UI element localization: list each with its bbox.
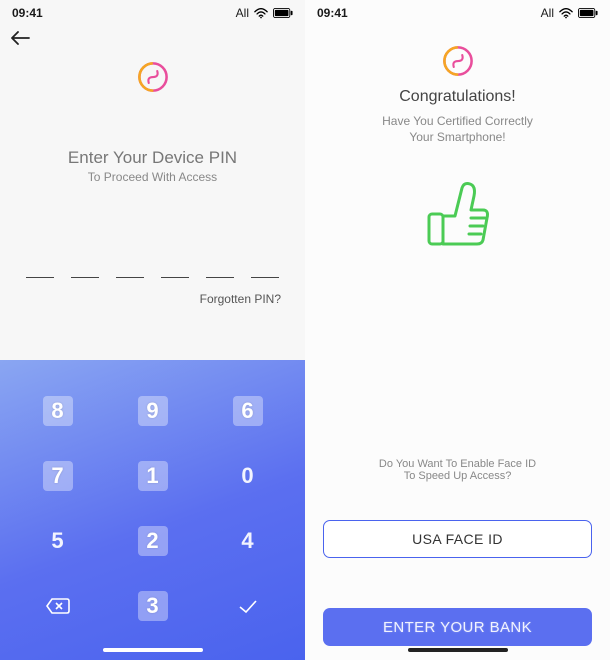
key-2[interactable]: 2: [138, 526, 168, 556]
back-button[interactable]: [0, 26, 305, 52]
pin-slot[interactable]: [26, 268, 54, 278]
wifi-icon: [559, 8, 573, 19]
key-7[interactable]: 7: [43, 461, 73, 491]
home-indicator[interactable]: [103, 648, 203, 652]
home-indicator[interactable]: [408, 648, 508, 652]
key-3[interactable]: 3: [138, 591, 168, 621]
pin-slot[interactable]: [161, 268, 189, 278]
app-logo: [136, 60, 170, 94]
battery-icon: [273, 8, 293, 18]
key-5[interactable]: 5: [43, 526, 73, 556]
backspace-icon: [45, 593, 71, 619]
battery-icon: [578, 8, 598, 18]
pin-slot[interactable]: [251, 268, 279, 278]
status-time: 09:41: [317, 6, 348, 20]
key-0[interactable]: 0: [233, 461, 263, 491]
status-bar: 09:41 All: [305, 0, 610, 26]
key-6[interactable]: 6: [233, 396, 263, 426]
congrats-title: Congratulations!: [305, 88, 610, 106]
pin-slot[interactable]: [71, 268, 99, 278]
congrats-line2: Your Smartphone!: [305, 130, 610, 144]
app-logo: [441, 44, 475, 78]
key-1[interactable]: 1: [138, 461, 168, 491]
status-bar: 09:41 All: [0, 0, 305, 26]
pin-slot[interactable]: [206, 268, 234, 278]
key-9[interactable]: 9: [138, 396, 168, 426]
enter-bank-button[interactable]: ENTER YOUR BANK: [323, 608, 592, 646]
pin-entry-screen: 09:41 All Enter Your Device PIN To Proce…: [0, 0, 305, 660]
key-8[interactable]: 8: [43, 396, 73, 426]
numeric-keypad: 8 9 6 7 1 0 5 2 4 3: [0, 360, 305, 660]
pin-slots: [0, 268, 305, 278]
key-backspace[interactable]: [43, 591, 73, 621]
pin-title: Enter Your Device PIN: [10, 148, 295, 168]
status-time: 09:41: [12, 6, 43, 20]
key-submit[interactable]: [233, 591, 263, 621]
check-icon: [235, 593, 261, 619]
status-right: All: [236, 6, 293, 20]
wifi-icon: [254, 8, 268, 19]
arrow-left-icon: [10, 31, 30, 45]
faceid-q1: Do You Want To Enable Face ID: [323, 458, 592, 470]
use-faceid-button[interactable]: USA FACE ID: [323, 520, 592, 558]
status-carrier: All: [236, 6, 249, 20]
faceid-q2: To Speed Up Access?: [323, 470, 592, 482]
pin-subtitle: To Proceed With Access: [10, 170, 295, 184]
congrats-screen: 09:41 All Congratulations! Have You Cert…: [305, 0, 610, 660]
status-carrier: All: [541, 6, 554, 20]
forgotten-pin-link[interactable]: Forgotten PIN?: [0, 278, 305, 306]
status-right: All: [541, 6, 598, 20]
key-4[interactable]: 4: [233, 526, 263, 556]
congrats-line1: Have You Certified Correctly: [305, 114, 610, 128]
thumbs-up-icon: [423, 174, 493, 254]
pin-slot[interactable]: [116, 268, 144, 278]
